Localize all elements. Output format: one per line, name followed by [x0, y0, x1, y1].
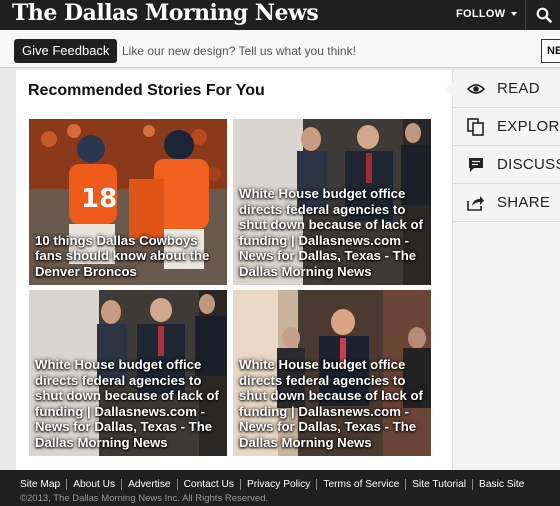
- divider: [239, 479, 241, 490]
- story-card[interactable]: White House budget office directs federa…: [233, 119, 431, 285]
- footer: Site Map About Us Advertise Contact Us P…: [0, 470, 560, 506]
- menu-item-read[interactable]: READ: [453, 70, 560, 108]
- divider: [525, 0, 526, 30]
- divider: [66, 479, 68, 490]
- feedback-bar: Give Feedback Like our new design? Tell …: [0, 30, 560, 68]
- caret-down-icon: [511, 12, 518, 16]
- menu-label: SHARE: [497, 194, 551, 211]
- menu-label: DISCUSS: [497, 156, 560, 173]
- comment-icon: [469, 158, 483, 172]
- side-menu: READ EXPLORE DISCUSS SHARE: [445, 70, 560, 470]
- story-caption: 10 things Dallas Cowboys fans should kno…: [35, 232, 210, 279]
- copyright-text: ©2013, The Dallas Morning News Inc. All …: [20, 493, 269, 504]
- follow-label: FOLLOW: [456, 8, 506, 20]
- top-bar: The Dallas Morning News FOLLOW: [0, 0, 560, 30]
- share-icon: [467, 196, 484, 211]
- footer-link-privacy-policy[interactable]: Privacy Policy: [247, 479, 310, 490]
- menu-item-discuss[interactable]: DISCUSS: [453, 146, 560, 184]
- recommended-panel: Recommended Stories For You 18 10 things…: [16, 70, 452, 470]
- divider: [472, 479, 474, 490]
- new-design-button[interactable]: NE: [541, 39, 560, 63]
- story-card[interactable]: White House budget office directs federa…: [29, 290, 227, 456]
- footer-links: Site Map About Us Advertise Contact Us P…: [20, 479, 524, 490]
- footer-link-basic-site[interactable]: Basic Site: [479, 479, 524, 490]
- active-pointer: [445, 82, 453, 96]
- feedback-prompt: Like our new design? Tell us what you th…: [122, 44, 356, 58]
- section-title: Recommended Stories For You: [28, 82, 265, 99]
- divider: [176, 479, 178, 490]
- story-card[interactable]: 18 10 things Dallas Cowboys fans should …: [29, 119, 227, 285]
- follow-menu-button[interactable]: FOLLOW: [456, 8, 518, 20]
- divider: [121, 479, 123, 490]
- footer-link-terms-of-service[interactable]: Terms of Service: [323, 479, 399, 490]
- story-caption: White House budget office directs federa…: [35, 357, 219, 450]
- give-feedback-button[interactable]: Give Feedback: [14, 39, 118, 63]
- menu-label: READ: [497, 80, 540, 97]
- story-caption: White House budget office directs federa…: [239, 357, 423, 450]
- menu-item-share[interactable]: SHARE: [453, 184, 560, 222]
- divider: [316, 479, 318, 490]
- copy-icon: [467, 118, 484, 136]
- story-caption: White House budget office directs federa…: [239, 186, 423, 279]
- search-icon[interactable]: [536, 7, 552, 23]
- footer-link-advertise[interactable]: Advertise: [128, 479, 170, 490]
- divider: [405, 479, 407, 490]
- menu-item-explore[interactable]: EXPLORE: [453, 108, 560, 146]
- footer-link-site-tutorial[interactable]: Site Tutorial: [412, 479, 466, 490]
- menu-label: EXPLORE: [497, 118, 560, 135]
- story-card[interactable]: White House budget office directs federa…: [233, 290, 431, 456]
- footer-link-about-us[interactable]: About Us: [73, 479, 115, 490]
- eye-icon: [467, 84, 485, 94]
- footer-link-contact-us[interactable]: Contact Us: [184, 479, 234, 490]
- footer-link-site-map[interactable]: Site Map: [20, 479, 60, 490]
- svg-text:18: 18: [81, 184, 117, 214]
- site-logo[interactable]: The Dallas Morning News: [12, 0, 319, 26]
